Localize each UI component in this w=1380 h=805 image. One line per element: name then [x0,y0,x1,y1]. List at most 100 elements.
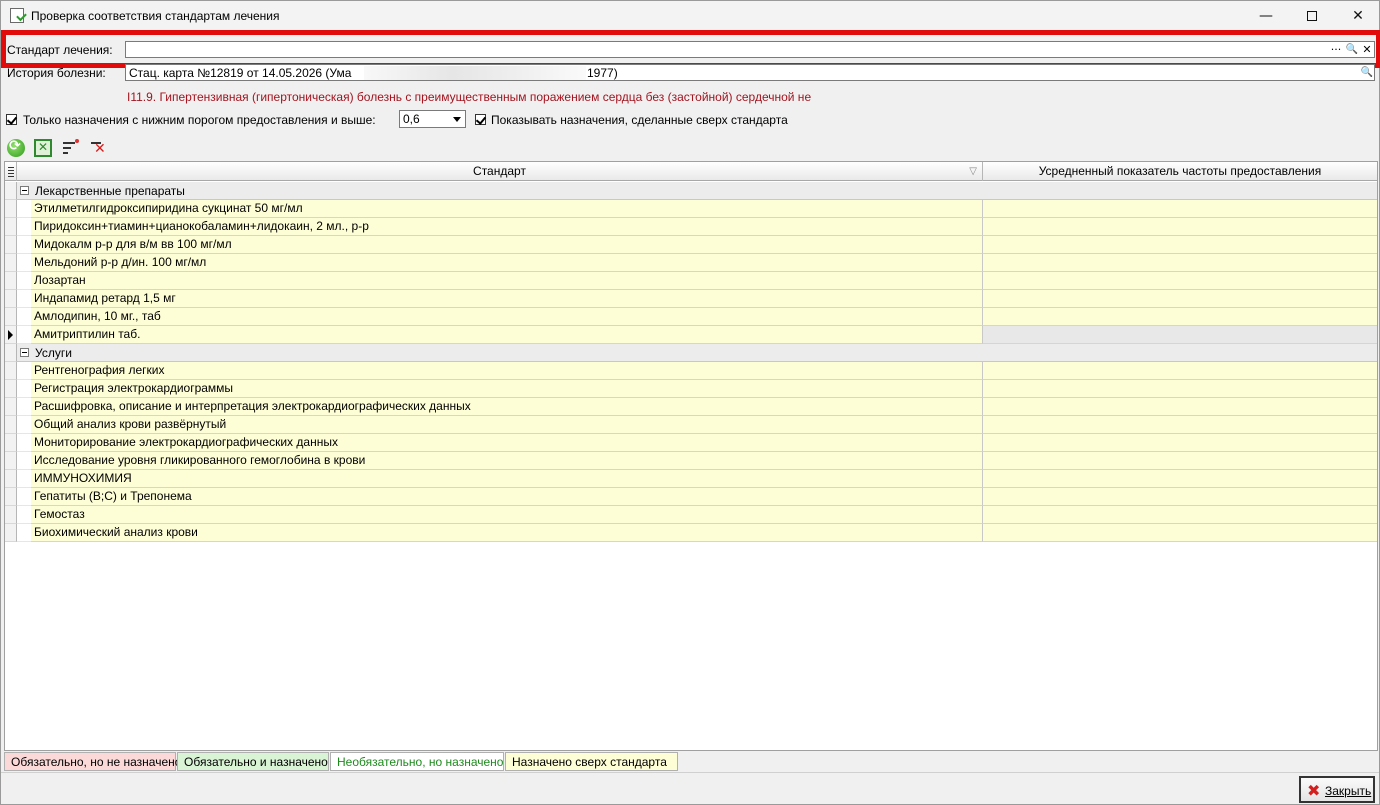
standard-cell[interactable]: Расшифровка, описание и интерпретация эл… [31,398,983,416]
row-indicator[interactable] [5,272,17,290]
row-indent [17,362,31,380]
standard-cell[interactable]: Исследование уровня гликированного гемог… [31,452,983,470]
frequency-cell[interactable] [983,452,1377,470]
column-header-frequency[interactable]: Усредненный показатель частоты предостав… [983,162,1377,181]
row-indicator[interactable] [5,416,17,434]
table-row[interactable]: Биохимический анализ крови [5,524,1377,542]
frequency-cell[interactable] [983,488,1377,506]
standard-cell[interactable]: Биохимический анализ крови [31,524,983,542]
row-indicator[interactable] [5,218,17,236]
standard-cell[interactable]: Этилметилгидроксипиридина сукцинат 50 мг… [31,200,983,218]
table-row[interactable]: Мидокалм р-р для в/м вв 100 мг/мл [5,236,1377,254]
export-excel-icon[interactable] [34,139,52,157]
frequency-cell[interactable] [983,506,1377,524]
standard-cell[interactable]: Индапамид ретард 1,5 мг [31,290,983,308]
table-row[interactable]: Амитриптилин таб. [5,326,1377,344]
table-row[interactable]: Расшифровка, описание и интерпретация эл… [5,398,1377,416]
row-indicator[interactable] [5,182,17,200]
table-row[interactable]: Гемостаз [5,506,1377,524]
standard-cell[interactable]: Гепатиты (В;С) и Трепонема [31,488,983,506]
row-indicator[interactable] [5,326,17,344]
standard-cell[interactable]: Общий анализ крови развёрнутый [31,416,983,434]
frequency-cell[interactable] [983,200,1377,218]
frequency-cell[interactable] [983,434,1377,452]
row-indicator[interactable] [5,506,17,524]
frequency-cell[interactable] [983,524,1377,542]
row-indicator[interactable] [5,200,17,218]
standard-cell[interactable]: ИММУНОХИМИЯ [31,470,983,488]
row-indicator[interactable] [5,290,17,308]
threshold-checkbox[interactable] [6,114,17,125]
standard-search-icon[interactable]: 🔍 [1345,42,1359,57]
table-row[interactable]: Лозартан [5,272,1377,290]
frequency-cell[interactable] [983,236,1377,254]
row-indicator[interactable] [5,380,17,398]
standard-cell[interactable]: Гемостаз [31,506,983,524]
close-button[interactable]: ✖ Закрыть [1299,776,1375,803]
table-row[interactable]: Этилметилгидроксипиридина сукцинат 50 мг… [5,200,1377,218]
standard-ellipsis-button[interactable]: ··· [1329,42,1343,57]
table-row[interactable]: Рентгенография легких [5,362,1377,380]
row-indicator[interactable] [5,488,17,506]
frequency-cell[interactable] [983,308,1377,326]
frequency-cell[interactable] [983,398,1377,416]
frequency-cell[interactable] [983,290,1377,308]
collapse-icon[interactable] [20,186,29,195]
table-row[interactable]: Мониторирование электрокардиографических… [5,434,1377,452]
row-indicator[interactable] [5,398,17,416]
minimize-button[interactable]: — [1243,1,1289,31]
collapse-icon[interactable] [20,348,29,357]
standard-cell[interactable]: Лозартан [31,272,983,290]
frequency-cell[interactable] [983,254,1377,272]
row-indicator[interactable] [5,236,17,254]
row-indicator[interactable] [5,524,17,542]
table-row[interactable]: ИММУНОХИМИЯ [5,470,1377,488]
group-row[interactable]: Услуги [5,344,1377,362]
column-chooser-icon[interactable] [5,162,17,181]
table-row[interactable]: Исследование уровня гликированного гемог… [5,452,1377,470]
filter-icon[interactable] [61,139,79,157]
row-indicator[interactable] [5,362,17,380]
standard-cell[interactable]: Амитриптилин таб. [31,326,983,344]
refresh-icon[interactable] [7,138,25,157]
standard-clear-icon[interactable]: ✕ [1360,42,1374,57]
standard-cell[interactable]: Мельдоний р-р д/ин. 100 мг/мл [31,254,983,272]
table-row[interactable]: Амлодипин, 10 мг., таб [5,308,1377,326]
row-indicator[interactable] [5,434,17,452]
standard-cell[interactable]: Мидокалм р-р для в/м вв 100 мг/мл [31,236,983,254]
standard-cell[interactable]: Амлодипин, 10 мг., таб [31,308,983,326]
standard-cell[interactable]: Регистрация электрокардиограммы [31,380,983,398]
row-indicator[interactable] [5,308,17,326]
threshold-select[interactable]: 0,6 [399,110,466,128]
row-indicator[interactable] [5,470,17,488]
frequency-cell[interactable] [983,362,1377,380]
frequency-cell[interactable] [983,380,1377,398]
table-row[interactable]: Гепатиты (В;С) и Трепонема [5,488,1377,506]
frequency-cell[interactable] [983,218,1377,236]
frequency-cell[interactable] [983,326,1377,344]
standard-cell[interactable]: Мониторирование электрокардиографических… [31,434,983,452]
frequency-cell[interactable] [983,470,1377,488]
row-indicator[interactable] [5,344,17,362]
table-row[interactable]: Общий анализ крови развёрнутый [5,416,1377,434]
column-header-standard[interactable]: Стандарт ▽ [17,162,983,181]
standard-field[interactable]: ··· 🔍 ✕ [125,41,1375,58]
table-row[interactable]: Регистрация электрокардиограммы [5,380,1377,398]
history-search-icon[interactable]: 🔍 [1360,65,1374,80]
frequency-cell[interactable] [983,416,1377,434]
standard-cell[interactable]: Рентгенография легких [31,362,983,380]
table-row[interactable]: Пиридоксин+тиамин+цианокобаламин+лидокаи… [5,218,1377,236]
group-row[interactable]: Лекарственные препараты [5,182,1377,200]
close-window-button[interactable]: ✕ [1335,1,1380,31]
table-row[interactable]: Мельдоний р-р д/ин. 100 мг/мл [5,254,1377,272]
row-indicator[interactable] [5,452,17,470]
table-row[interactable]: Индапамид ретард 1,5 мг [5,290,1377,308]
history-field[interactable]: Стац. карта №12819 от 14.05.2026 (Ума 19… [125,64,1375,81]
filter-funnel-icon[interactable]: ▽ [969,162,977,181]
frequency-cell[interactable] [983,272,1377,290]
standard-cell[interactable]: Пиридоксин+тиамин+цианокобаламин+лидокаи… [31,218,983,236]
show-extra-checkbox[interactable] [475,114,486,125]
row-indicator[interactable] [5,254,17,272]
clear-filter-icon[interactable] [89,139,107,157]
maximize-button[interactable] [1289,1,1335,31]
